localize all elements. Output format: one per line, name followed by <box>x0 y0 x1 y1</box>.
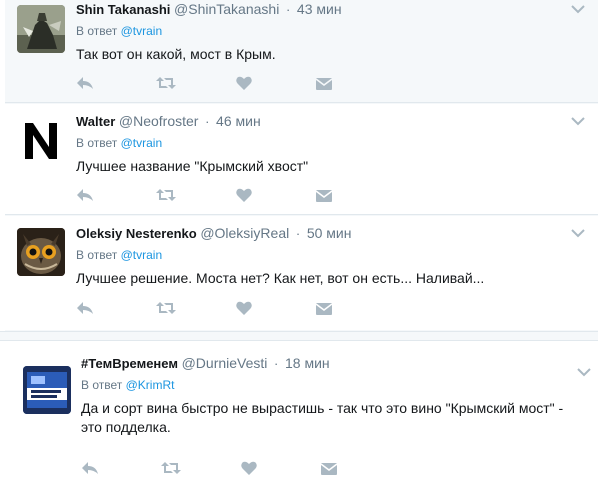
tweet-actions <box>81 458 401 478</box>
reply-mention-link[interactable]: @tvrain <box>121 24 163 38</box>
like-button[interactable] <box>236 185 316 205</box>
tweet[interactable]: Shin Takanashi @ShinTakanashi · 43 мин В… <box>5 0 598 103</box>
message-icon <box>316 78 332 90</box>
username[interactable]: @ShinTakanashi <box>174 1 279 17</box>
timestamp[interactable]: 50 мин <box>307 225 352 241</box>
retweet-icon <box>156 77 176 89</box>
timestamp[interactable]: 18 мин <box>285 355 330 371</box>
reply-button[interactable] <box>81 458 161 478</box>
reply-mention-link[interactable]: @tvrain <box>121 248 163 262</box>
chevron-down-icon[interactable] <box>571 4 585 14</box>
like-icon <box>236 301 252 315</box>
direct-message-button[interactable] <box>316 185 396 205</box>
tweet-text: Лучшее решение. Моста нет? Как нет, вот … <box>76 270 485 286</box>
retweet-button[interactable] <box>156 73 236 93</box>
tweet[interactable]: Oleksiy Nesterenko @OleksiyReal · 50 мин… <box>5 216 598 330</box>
fullname[interactable]: Oleksiy Nesterenko <box>76 226 197 241</box>
reply-button[interactable] <box>76 185 156 205</box>
retweet-icon <box>156 302 176 314</box>
reply-icon <box>82 462 98 474</box>
thread-separator <box>0 331 598 341</box>
timestamp[interactable]: 46 мин <box>216 113 261 129</box>
reply-button[interactable] <box>76 298 156 318</box>
tweet-text: Лучшее название "Крымский хвост" <box>76 158 309 174</box>
like-icon <box>236 76 252 90</box>
message-icon <box>316 303 332 315</box>
like-button[interactable] <box>241 458 321 478</box>
retweet-icon <box>156 189 176 201</box>
message-icon <box>321 463 337 475</box>
reply-button[interactable] <box>76 73 156 93</box>
reply-context: В ответ @tvrain <box>76 248 163 262</box>
like-button[interactable] <box>236 298 316 318</box>
avatar[interactable] <box>17 117 65 165</box>
reply-icon <box>77 302 93 314</box>
tweet-text: Да и сорт вина быстро не вырастишь - так… <box>81 400 564 435</box>
direct-message-button[interactable] <box>321 458 401 478</box>
like-icon <box>241 461 257 475</box>
retweet-button[interactable] <box>156 298 236 318</box>
like-icon <box>236 188 252 202</box>
username[interactable]: @DurnieVesti <box>182 355 268 371</box>
reply-context: В ответ @KrimRt <box>81 378 175 392</box>
chevron-down-icon[interactable] <box>577 367 591 377</box>
tweet[interactable]: #ТемВременем @DurnieVesti · 18 мин В отв… <box>5 342 598 482</box>
direct-message-button[interactable] <box>316 298 396 318</box>
tweet-actions <box>76 298 396 318</box>
username[interactable]: @Neofroster <box>119 113 199 129</box>
retweet-button[interactable] <box>161 458 241 478</box>
avatar[interactable] <box>17 228 65 276</box>
fullname[interactable]: Shin Takanashi <box>76 2 170 17</box>
thread: Shin Takanashi @ShinTakanashi · 43 мин В… <box>5 0 598 331</box>
avatar[interactable] <box>17 5 65 53</box>
reply-icon <box>77 189 93 201</box>
retweet-button[interactable] <box>156 185 236 205</box>
tweet-actions <box>76 73 396 93</box>
reply-context: В ответ @tvrain <box>76 24 163 38</box>
chevron-down-icon[interactable] <box>571 228 585 238</box>
reply-context: В ответ @tvrain <box>76 136 163 150</box>
username[interactable]: @OleksiyReal <box>200 225 289 241</box>
avatar[interactable] <box>23 366 71 414</box>
fullname[interactable]: Walter <box>76 114 115 129</box>
timestamp[interactable]: 43 мин <box>297 1 342 17</box>
direct-message-button[interactable] <box>316 73 396 93</box>
fullname[interactable]: #ТемВременем <box>81 356 178 371</box>
tweet-actions <box>76 185 396 205</box>
like-button[interactable] <box>236 73 316 93</box>
reply-icon <box>77 77 93 89</box>
reply-mention-link[interactable]: @KrimRt <box>126 378 175 392</box>
tweet[interactable]: Walter @Neofroster · 46 мин В ответ @tvr… <box>5 104 598 215</box>
message-icon <box>316 190 332 202</box>
retweet-icon <box>161 462 181 474</box>
reply-mention-link[interactable]: @tvrain <box>121 136 163 150</box>
chevron-down-icon[interactable] <box>571 116 585 126</box>
tweet-text: Так вот он какой, мост в Крым. <box>76 46 276 62</box>
